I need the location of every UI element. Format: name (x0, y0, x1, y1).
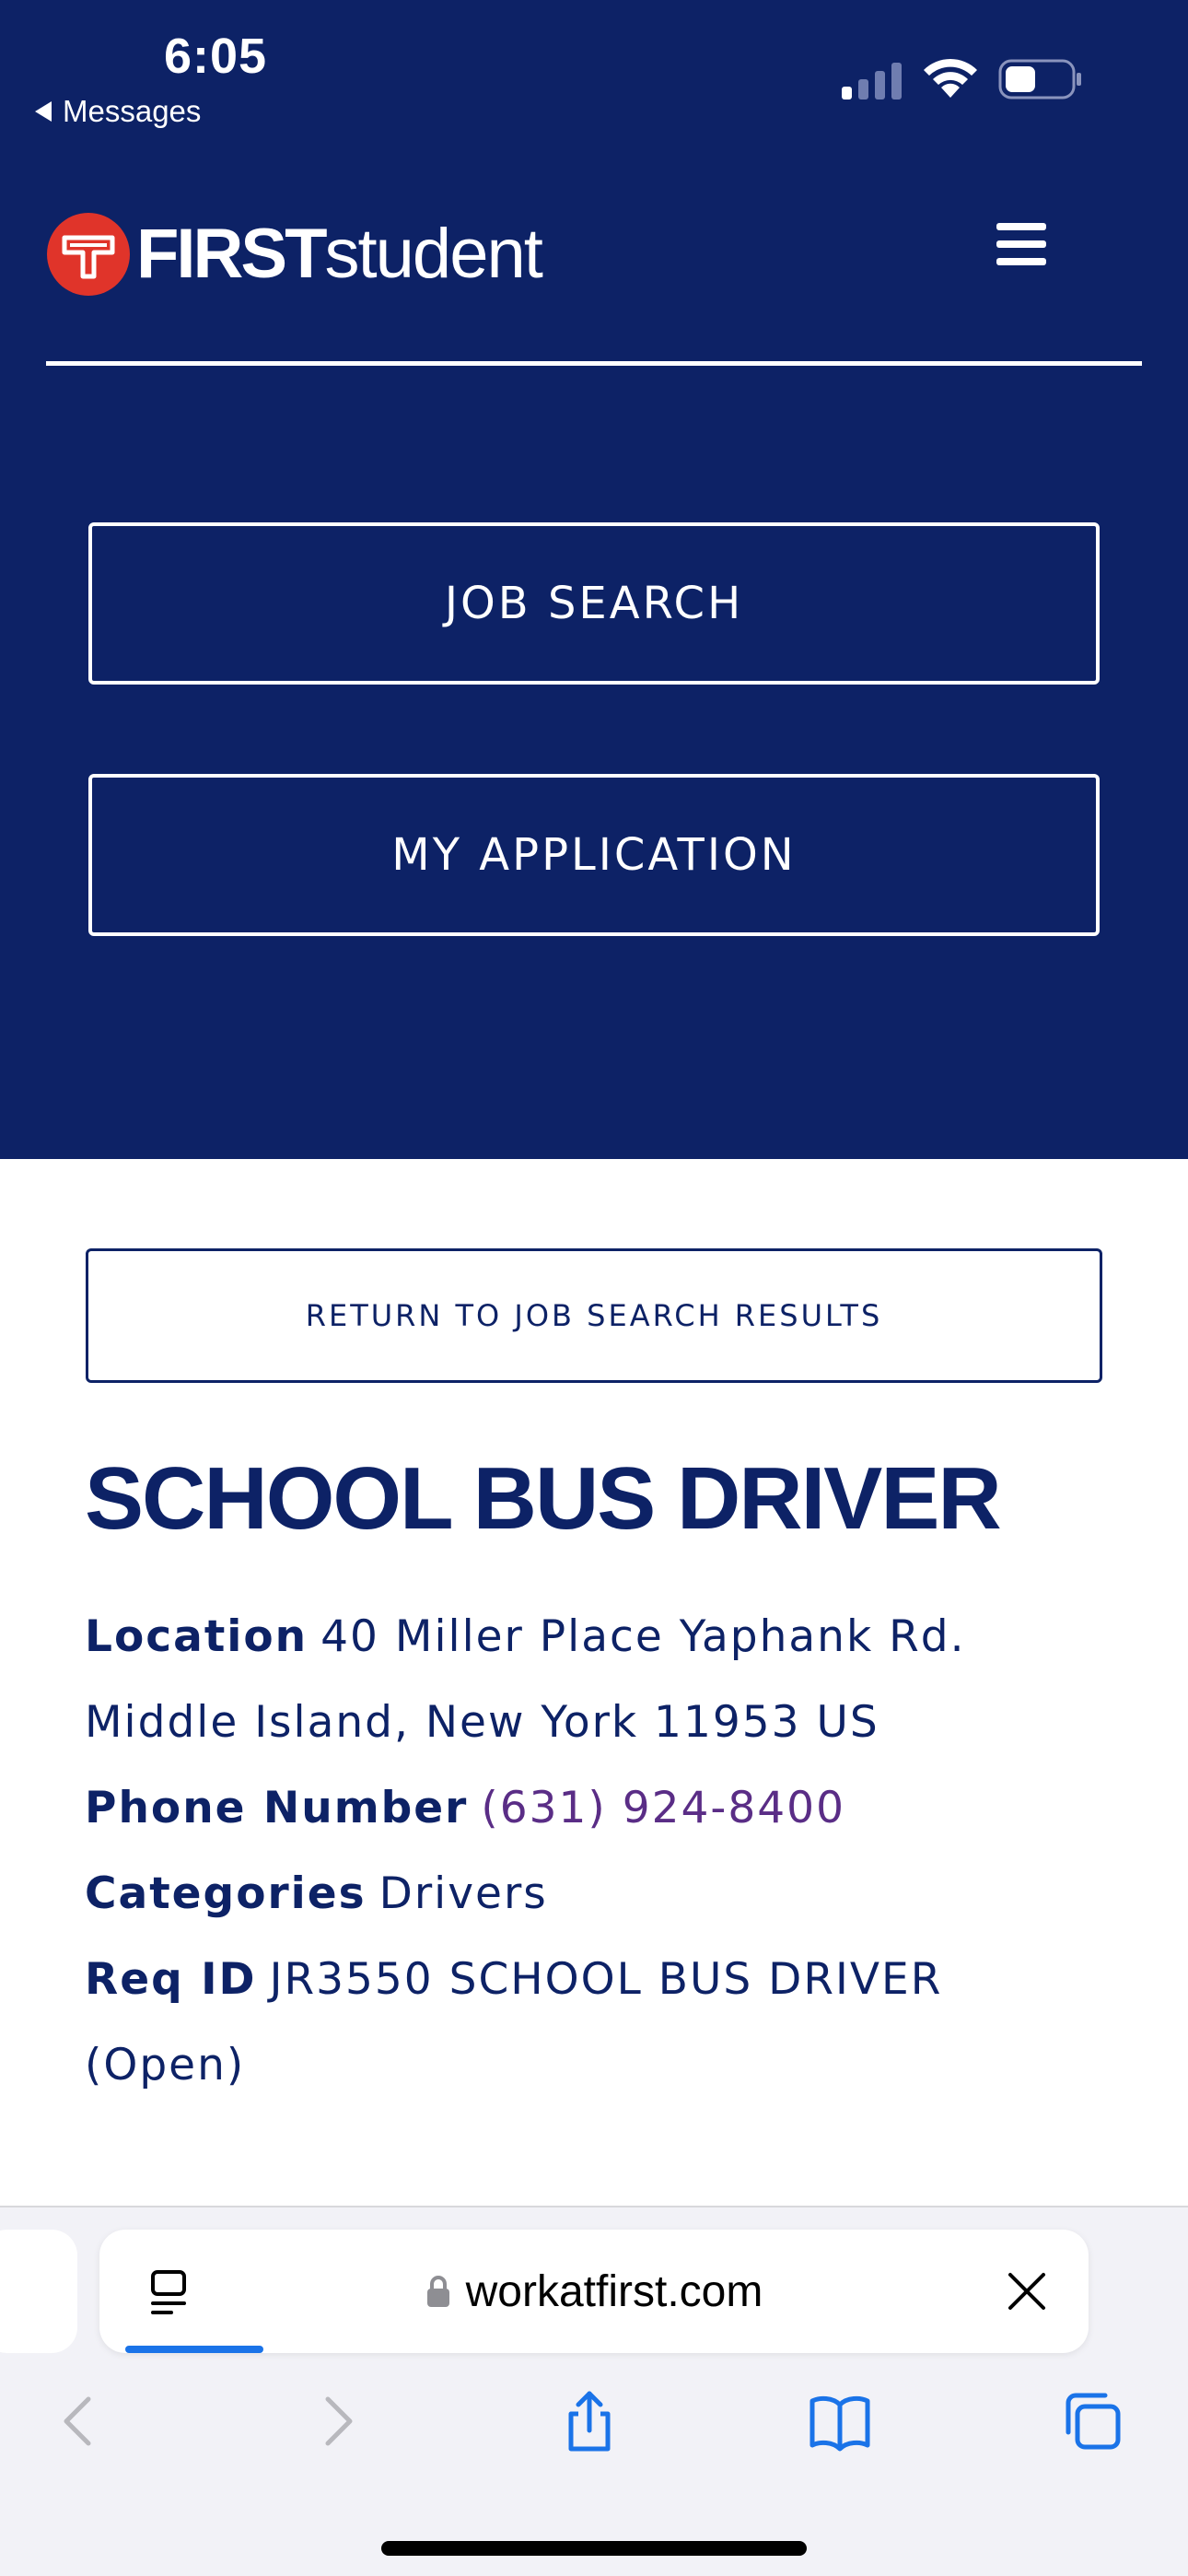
back-to-messages[interactable]: Messages (35, 94, 201, 129)
hamburger-menu-icon[interactable] (996, 223, 1046, 269)
req-id-row: Req ID JR3550 SCHOOL BUS DRIVER (Open) (85, 1937, 1107, 2108)
return-to-results-button[interactable]: RETURN TO JOB SEARCH RESULTS (86, 1248, 1102, 1383)
back-triangle-icon (35, 101, 52, 122)
location-row: Location 40 Miller Place Yaphank Rd. Midd… (85, 1594, 1107, 1765)
status-time: 6:05 (164, 29, 268, 84)
back-arrow-icon[interactable] (46, 2388, 112, 2454)
header-divider (46, 361, 1142, 366)
home-indicator[interactable] (381, 2541, 807, 2556)
back-label: Messages (63, 94, 202, 128)
header-region: 6:05 Messages FIRST student JOB SEARCH M… (0, 0, 1188, 1159)
categories-row: Categories Drivers (85, 1851, 1107, 1937)
job-title: SCHOOL BUS DRIVER (85, 1449, 1002, 1548)
phone-row: Phone Number (631) 924-8400 (85, 1765, 1107, 1851)
phone-link[interactable]: (631) 924-8400 (481, 1783, 845, 1833)
location-label: Location (85, 1611, 309, 1662)
logo-text-first: FIRST (136, 215, 328, 293)
page: 6:05 Messages FIRST student JOB SEARCH M… (0, 0, 1188, 2576)
previous-tab-edge[interactable] (0, 2230, 77, 2353)
url-text: workatfirst.com (465, 2266, 763, 2316)
job-details: Location 40 Miller Place Yaphank Rd. Midd… (85, 1594, 1107, 2108)
lock-icon (426, 2276, 449, 2307)
battery-icon (998, 59, 1081, 100)
first-student-logo[interactable]: FIRST student (46, 210, 543, 299)
wifi-icon (924, 58, 977, 98)
job-search-button[interactable]: JOB SEARCH (88, 522, 1100, 685)
logo-mark-icon (47, 213, 130, 296)
share-icon[interactable] (556, 2388, 623, 2454)
my-application-button[interactable]: MY APPLICATION (88, 774, 1100, 936)
address-bar[interactable]: workatfirst.com (99, 2230, 1089, 2353)
phone-label: Phone Number (85, 1783, 469, 1833)
close-icon[interactable] (1006, 2270, 1048, 2313)
bookmarks-icon[interactable] (807, 2388, 873, 2454)
categories-label: Categories (85, 1868, 367, 1919)
logo-text-student: student (324, 215, 543, 293)
categories-value: Drivers (379, 1868, 548, 1919)
tabs-icon[interactable] (1059, 2388, 1125, 2454)
cellular-signal-icon (842, 63, 902, 100)
req-id-label: Req ID (85, 1954, 257, 2005)
forward-arrow-icon[interactable] (304, 2388, 370, 2454)
